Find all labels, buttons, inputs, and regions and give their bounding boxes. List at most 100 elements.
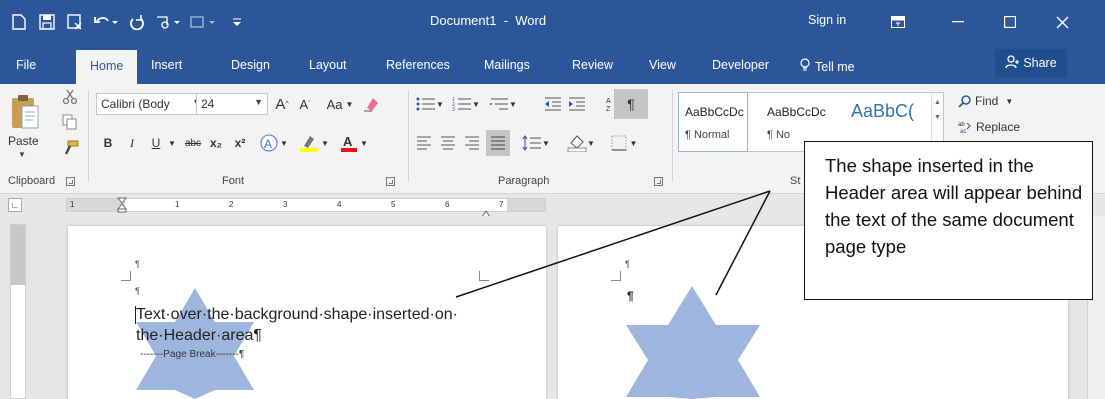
tab-home[interactable]: Home [76,50,138,84]
page-break-marker: -------Page Break-------¶ [140,349,245,360]
print-preview-icon[interactable] [186,9,222,35]
body-text-line-2: the·Header·area¶ [136,327,262,344]
tab-design[interactable]: Design [231,58,270,72]
quick-access-toolbar [6,0,250,44]
margin-corner-mark [611,271,621,281]
cut-icon[interactable] [62,89,78,110]
replace-label: Replace [976,120,1021,134]
save-icon[interactable] [34,9,60,35]
tab-mailings[interactable]: Mailings [484,58,530,72]
minimize-icon[interactable] [936,0,980,44]
vertical-ruler[interactable] [10,224,26,399]
chevron-down-icon: ▼ [254,97,263,107]
group-separator [88,90,89,182]
strikethrough-button[interactable]: abc [182,132,204,154]
undo-icon[interactable] [90,9,122,35]
multilevel-list-button[interactable]: ▼ [486,93,520,115]
shrink-font-button[interactable]: Aˇ [295,93,315,115]
bold-button[interactable]: B [100,132,116,154]
underline-button[interactable]: U [148,132,164,154]
customize-toolbar-icon[interactable] [224,9,250,35]
close-icon[interactable] [1040,0,1084,44]
share-button[interactable]: Share [995,49,1067,77]
show-formatting-marks-button[interactable]: ¶ [614,89,648,119]
chevron-down-icon: ▼ [360,138,368,148]
align-right-icon[interactable] [462,132,482,154]
svg-text:A: A [264,137,272,151]
tab-selector[interactable]: ∟ [8,198,22,212]
svg-text:ab: ab [958,122,965,128]
find-button[interactable]: Find ▼ [958,90,1020,112]
font-size-combo[interactable]: 24 ▼ [196,93,268,115]
font-color-button[interactable]: A ▼ [336,132,372,154]
chevron-down-icon: ▼ [934,114,941,121]
paragraph-launcher-icon[interactable] [654,177,663,186]
font-size-value: 24 [201,97,215,111]
tab-review[interactable]: Review [572,58,613,72]
paste-label[interactable]: Paste [8,134,39,148]
numbering-button[interactable]: 123 ▼ [450,93,482,115]
style-sample: AaBbCcDc [685,105,744,119]
clipboard-launcher-icon[interactable] [66,177,75,186]
ribbon-display-options-icon[interactable] [876,0,920,44]
paste-icon[interactable] [8,92,42,132]
increase-indent-icon[interactable] [566,93,588,115]
ruler-number: 3 [283,200,288,209]
superscript-button[interactable]: x² [230,132,250,154]
touch-mode-icon[interactable] [152,9,184,35]
sign-in-link[interactable]: Sign in [808,13,846,27]
font-launcher-icon[interactable] [386,177,395,186]
maximize-icon[interactable] [988,0,1032,44]
paragraph-mark: ¶ [135,286,140,296]
body-text[interactable]: Text·over·the·background·shape·inserted·… [136,304,458,346]
style-normal[interactable]: AaBbCcDc ¶ Normal [678,92,748,152]
text-effects-button[interactable]: A ▼ [258,132,290,154]
borders-button[interactable]: ▼ [606,132,642,154]
body-text-line-1: Text·over·the·background·shape·inserted·… [136,306,458,323]
tell-me-box[interactable]: Tell me [800,58,855,75]
new-document-icon[interactable] [6,9,32,35]
grow-font-button[interactable]: A ^ [272,93,292,115]
clear-formatting-icon[interactable] [360,93,382,115]
horizontal-ruler[interactable]: 1 1 2 3 4 5 6 7 [66,197,546,218]
justify-icon[interactable] [486,130,510,156]
subscript-button[interactable]: x₂ [206,132,226,154]
redo-icon[interactable] [124,9,150,35]
chevron-down-icon: ▼ [280,138,288,148]
tab-file[interactable]: File [16,58,36,72]
ribbon-tabs: File Home Insert Design Layout Reference… [0,44,1105,84]
chevron-down-icon[interactable]: ▼ [166,132,178,154]
copy-icon[interactable] [62,114,78,135]
align-left-icon[interactable] [414,132,434,154]
paragraph-group-label: Paragraph [498,175,550,187]
shading-button[interactable]: ▼ [562,132,600,154]
change-case-button[interactable]: Aa ▼ [324,93,356,115]
font-name-combo[interactable]: Calibri (Body ▼ [96,93,206,115]
find-label: Find [975,94,999,108]
decrease-indent-icon[interactable] [542,93,564,115]
tab-view[interactable]: View [649,58,676,72]
bullets-button[interactable]: ▼ [414,93,446,115]
tab-references[interactable]: References [386,58,450,72]
svg-text:A: A [606,98,611,105]
paragraph-mark: ¶ [627,289,634,303]
indent-marker-icon[interactable] [116,197,128,218]
ruler-margin-right [507,199,545,211]
italic-button[interactable]: I [124,132,140,154]
replace-button[interactable]: ab ac Replace [958,116,1030,138]
lightbulb-icon [800,58,810,75]
chevron-down-icon: ▼ [436,99,444,109]
style-name: ¶ No [767,129,791,141]
tab-insert[interactable]: Insert [151,58,182,72]
align-center-icon[interactable] [438,132,458,154]
tab-developer[interactable]: Developer [712,58,769,72]
chevron-up-icon: ▲ [934,99,941,106]
save-as-icon[interactable] [62,9,88,35]
format-painter-icon[interactable] [62,140,80,161]
highlight-button[interactable]: ▼ [296,132,332,154]
chevron-down-icon: ▼ [321,138,329,148]
tab-layout[interactable]: Layout [309,58,347,72]
line-spacing-button[interactable]: ▼ [518,132,554,154]
paste-dropdown-icon[interactable]: ▼ [18,150,26,159]
ruler-number: 6 [445,200,450,209]
